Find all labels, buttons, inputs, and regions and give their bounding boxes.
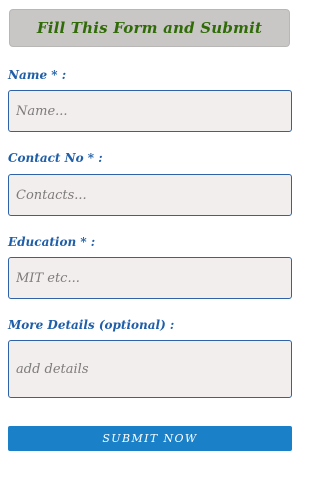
name-input[interactable] [8, 90, 292, 132]
form-title: Fill This Form and Submit [36, 19, 263, 37]
education-label: Education * : [8, 235, 96, 249]
education-input[interactable] [8, 257, 292, 299]
contact-label: Contact No * : [8, 151, 103, 165]
contact-input[interactable] [8, 174, 292, 216]
form-header: Fill This Form and Submit [9, 9, 290, 47]
details-label: More Details (optional) : [8, 318, 175, 332]
details-textarea[interactable] [8, 340, 292, 398]
name-label: Name * : [8, 68, 67, 82]
submit-button[interactable]: SUBMIT NOW [8, 426, 292, 451]
